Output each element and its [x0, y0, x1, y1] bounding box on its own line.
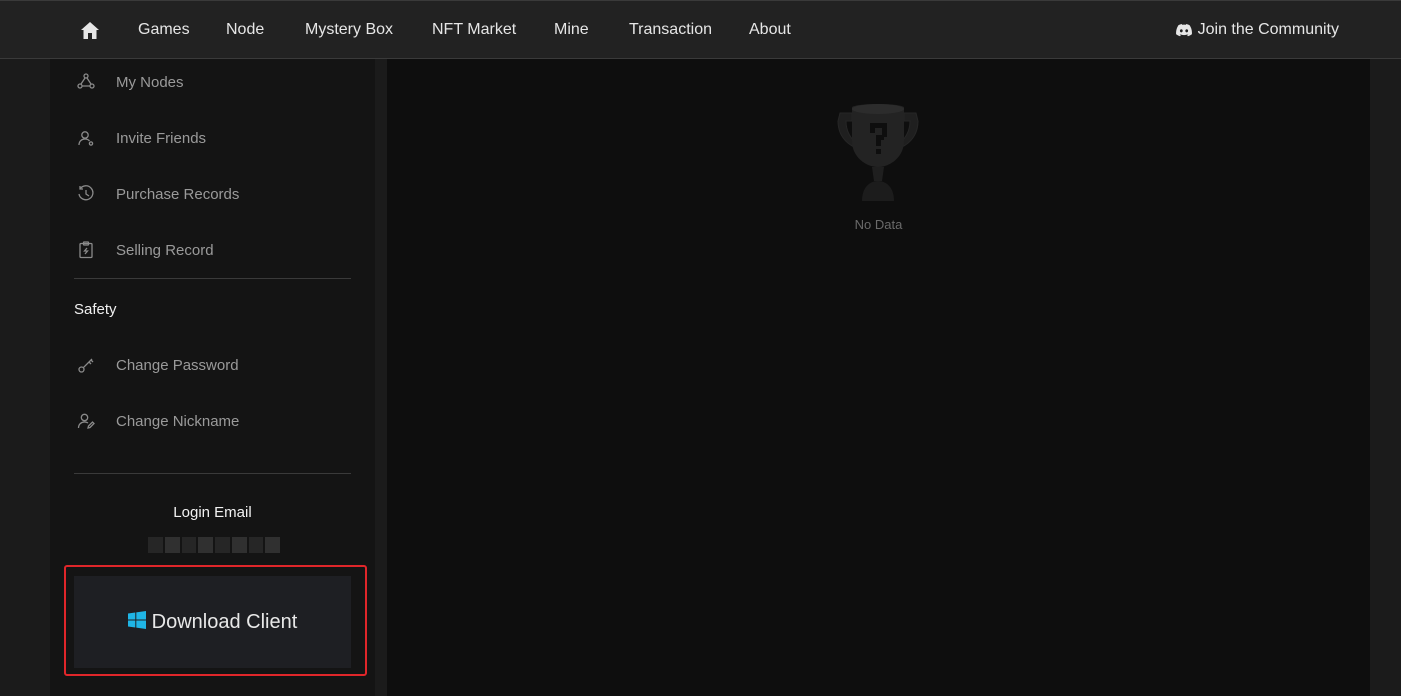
join-community-link[interactable]: Join the Community	[1175, 20, 1339, 40]
nav-transaction[interactable]: Transaction	[629, 20, 712, 40]
sidebar-item-change-nickname[interactable]: Change Nickname	[76, 409, 239, 433]
download-client-label: Download Client	[151, 610, 298, 633]
sidebar-item-label: Change Nickname	[116, 412, 240, 430]
safety-section-title: Safety	[74, 301, 117, 318]
nav-nft-market[interactable]: NFT Market	[432, 20, 516, 40]
sidebar: My Nodes Invite Friends Purchase Records…	[50, 59, 375, 696]
nav-about[interactable]: About	[749, 20, 791, 40]
nav-games[interactable]: Games	[138, 20, 190, 40]
user-edit-icon	[76, 411, 96, 431]
windows-icon	[127, 610, 146, 634]
sidebar-item-invite-friends[interactable]: Invite Friends	[76, 126, 206, 150]
nodes-icon	[76, 72, 96, 92]
join-community-label: Join the Community	[1197, 21, 1339, 38]
sidebar-item-label: Change Password	[116, 356, 239, 374]
sidebar-item-change-password[interactable]: Change Password	[76, 353, 239, 377]
top-navigation: Games Node Mystery Box NFT Market Mine T…	[0, 0, 1401, 59]
login-email-value-redacted	[148, 537, 280, 553]
nav-node[interactable]: Node	[226, 20, 264, 40]
main-content: No Data	[387, 59, 1370, 696]
discord-icon	[1175, 23, 1192, 36]
empty-state-text: No Data	[854, 217, 903, 232]
home-icon[interactable]	[80, 20, 100, 40]
clipboard-icon	[76, 240, 96, 260]
sidebar-item-label: Invite Friends	[116, 129, 207, 147]
key-icon	[76, 355, 96, 375]
history-icon	[76, 184, 96, 204]
sidebar-item-label: My Nodes	[116, 73, 184, 91]
content-gutter	[375, 59, 387, 696]
sidebar-item-purchase-records[interactable]: Purchase Records	[76, 182, 239, 206]
nav-mystery-box[interactable]: Mystery Box	[305, 20, 393, 40]
sidebar-divider	[74, 278, 351, 279]
sidebar-item-my-nodes[interactable]: My Nodes	[76, 70, 184, 94]
page-right-edge	[1370, 59, 1401, 696]
sidebar-item-label: Purchase Records	[116, 185, 240, 203]
login-email-label: Login Email	[173, 504, 252, 521]
download-client-highlight: Download Client	[64, 565, 367, 676]
sidebar-item-label: Selling Record	[116, 241, 214, 259]
nav-mine[interactable]: Mine	[554, 20, 589, 40]
invite-user-icon	[76, 128, 96, 148]
sidebar-item-selling-record[interactable]: Selling Record	[76, 238, 214, 262]
sidebar-divider	[74, 473, 351, 474]
download-client-button[interactable]: Download Client	[74, 576, 351, 668]
empty-trophy-icon	[824, 101, 932, 205]
